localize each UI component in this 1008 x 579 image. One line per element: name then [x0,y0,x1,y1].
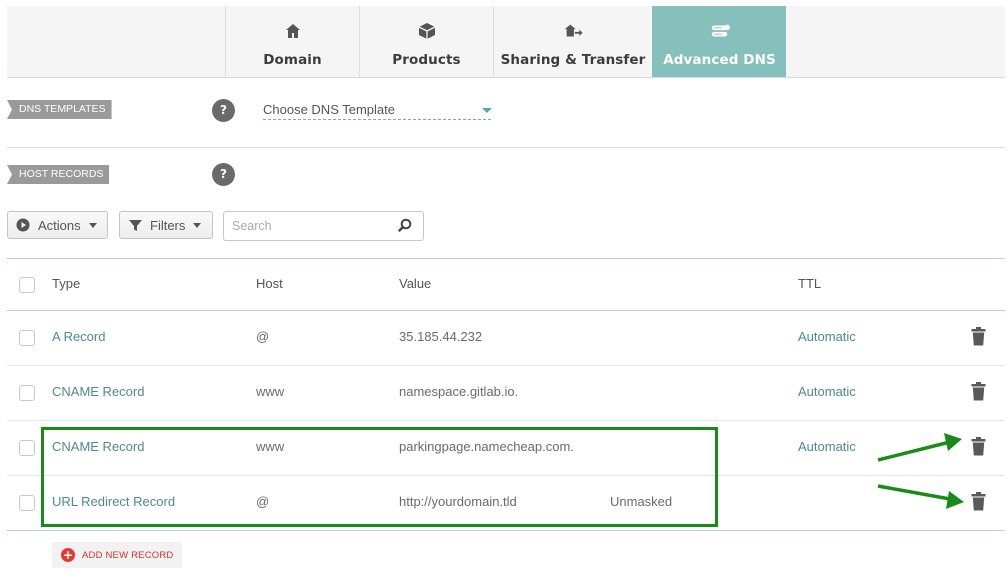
row-checkbox[interactable] [19,385,35,401]
box-icon [418,23,435,39]
trash-icon[interactable] [971,327,986,346]
record-host[interactable]: www [256,384,284,399]
arrow-icon [877,484,964,509]
section-divider [7,147,1005,148]
plus-icon: + [61,548,75,562]
record-ttl[interactable]: Automatic [798,439,856,454]
add-new-record-button[interactable]: + ADD NEW RECORD [52,542,183,568]
header-ttl: TTL [798,276,822,291]
trash-icon[interactable] [971,437,986,456]
tab-label: Sharing & Transfer [500,52,646,68]
table-bottom-border [7,530,1005,531]
tab-label: Products [392,52,461,68]
search-icon[interactable] [398,218,412,232]
tab-sharing-transfer[interactable]: Sharing & Transfer [493,6,652,77]
tab-label: Advanced DNS [663,52,776,68]
header-host: Host [256,276,283,291]
filter-icon [129,219,142,231]
tab-products[interactable]: Products [359,6,493,77]
play-circle-icon [16,218,30,232]
tab-domain[interactable]: Domain [225,6,359,77]
record-host[interactable]: @ [256,329,269,344]
dns-templates-tag: DNS TEMPLATES [7,100,112,119]
chevron-down-icon [193,222,202,228]
row-checkbox[interactable] [19,330,35,346]
arrow-icon [877,433,962,462]
record-ttl[interactable]: Automatic [798,329,856,344]
header-value: Value [399,276,432,291]
host-records-tag: HOST RECORDS [7,165,110,184]
search-placeholder: Search [232,219,272,233]
record-value[interactable]: namespace.gitlab.io. [399,384,518,399]
header-type: Type [52,276,81,291]
select-all-checkbox[interactable] [19,277,35,293]
filters-button[interactable]: Filters [119,211,213,239]
actions-label: Actions [38,217,81,233]
filters-label: Filters [150,217,186,233]
row-checkbox[interactable] [19,495,35,511]
row-divider [7,420,1005,421]
record-value[interactable]: 35.185.44.232 [399,329,482,344]
chevron-down-icon [88,222,97,228]
table-top-border [7,258,1005,259]
actions-button[interactable]: Actions [7,211,108,239]
tab-label: Domain [263,52,322,68]
dns-template-select[interactable]: Choose DNS Template [263,102,491,120]
add-new-record-label: ADD NEW RECORD [82,549,174,561]
row-checkbox[interactable] [19,440,35,456]
record-type[interactable]: A Record [52,329,105,344]
transfer-icon [564,24,583,37]
search-input[interactable]: Search [223,211,424,241]
highlight-box [41,427,718,527]
dns-template-select-value: Choose DNS Template [263,102,395,117]
tab-advanced-dns[interactable]: Advanced DNS [652,6,786,77]
trash-icon[interactable] [971,382,986,401]
row-divider [7,365,1005,366]
record-type[interactable]: CNAME Record [52,384,144,399]
trash-icon[interactable] [971,492,986,511]
home-icon [285,24,300,38]
dns-templates-help-icon[interactable]: ? [212,99,235,122]
host-records-help-icon[interactable]: ? [212,163,235,186]
chevron-down-icon [482,108,492,113]
tab-bar: Domain Products Sharing & Transfer Advan… [7,6,1005,78]
record-ttl[interactable]: Automatic [798,384,856,399]
server-icon [711,24,730,37]
annotation-arrows [877,433,964,509]
